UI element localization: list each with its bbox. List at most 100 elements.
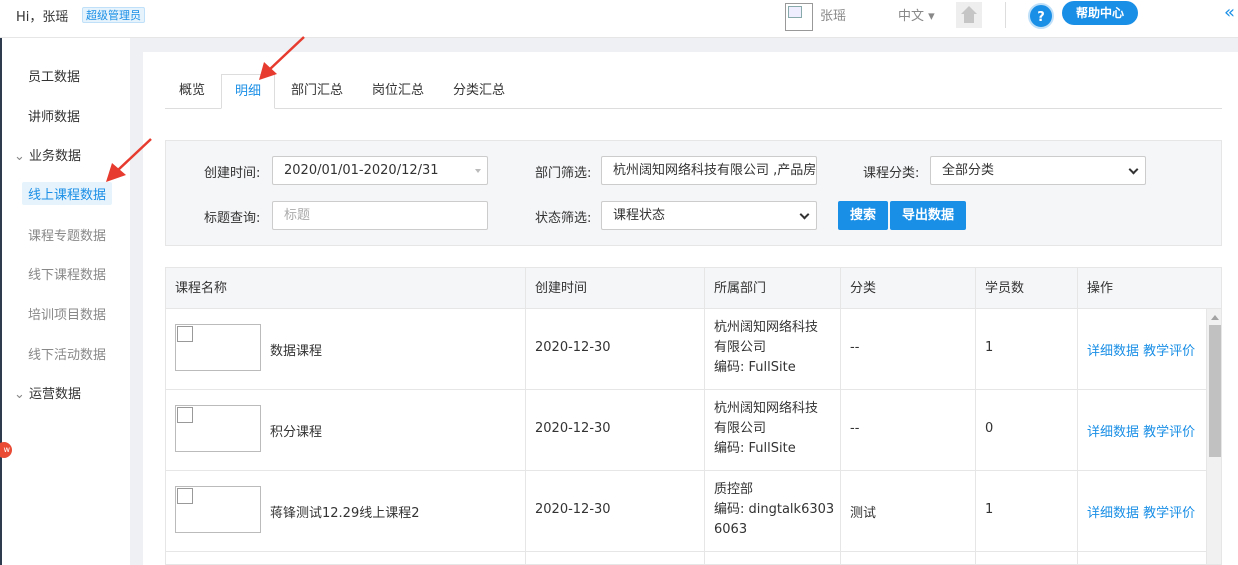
department-code: 编码: dingtalk6303 <box>714 502 835 517</box>
created-time-range-input[interactable]: 2020/01/01-2020/12/31 <box>272 156 488 185</box>
chevron-down-icon <box>1128 164 1139 175</box>
filter-panel: 创建时间: 2020/01/01-2020/12/31 部门筛选: 杭州阔知网络… <box>165 140 1222 246</box>
course-thumbnail[interactable] <box>175 324 261 371</box>
column-divider <box>525 268 526 564</box>
department-line: 杭州阔知网络科技 <box>714 401 819 416</box>
sidebar-group-label: 业务数据 <box>29 149 82 164</box>
header-divider <box>1005 2 1006 28</box>
column-header-course-name: 课程名称 <box>175 281 228 296</box>
department-code: 编码: FullSite <box>714 441 796 456</box>
category-value: -- <box>850 421 860 436</box>
department-cell: 质控部 编码: dingtalk6303 6063 <box>714 480 834 540</box>
column-header-actions: 操作 <box>1087 281 1114 296</box>
department-line: 质控部 <box>714 482 754 497</box>
category-select[interactable]: 全部分类 <box>930 156 1146 185</box>
row-actions: 详细数据 教学评价 <box>1087 421 1195 440</box>
detail-data-link[interactable]: 详细数据 <box>1087 425 1139 440</box>
department-cell: 杭州阔知网络科技 有限公司 编码: FullSite <box>714 318 818 378</box>
row-actions: 详细数据 教学评价 <box>1087 340 1195 359</box>
title-search-label: 标题查询: <box>204 211 261 226</box>
search-button[interactable]: 搜索 <box>838 201 889 230</box>
course-name[interactable]: 积分课程 <box>270 421 322 440</box>
detail-data-link[interactable]: 详细数据 <box>1087 344 1139 359</box>
category-value: -- <box>850 340 860 355</box>
department-filter-input[interactable]: 杭州阔知网络科技有限公司 ,产品房 <box>601 156 817 185</box>
new-badge: w <box>0 442 12 458</box>
created-time-value: 2020/01/01-2020/12/31 <box>284 163 439 178</box>
created-time-label: 创建时间: <box>204 166 261 181</box>
column-header-department: 所属部门 <box>714 281 767 296</box>
sidebar: 员工数据 讲师数据 ⌄ 业务数据 线上课程数据 课程专题数据 线下课程数据 培训… <box>0 38 130 565</box>
students-count: 0 <box>985 421 994 436</box>
annotation-arrow-icon <box>259 36 305 80</box>
department-line: 有限公司 <box>714 421 767 436</box>
students-count: 1 <box>985 502 994 517</box>
scroll-up-icon[interactable] <box>1211 315 1219 320</box>
status-select-value: 课程状态 <box>613 208 666 223</box>
sidebar-item-employee-data[interactable]: 员工数据 <box>28 66 80 85</box>
sidebar-item-lecturer-data[interactable]: 讲师数据 <box>28 106 80 125</box>
category-value: 测试 <box>850 506 877 521</box>
chevron-down-icon <box>799 209 810 220</box>
course-thumbnail[interactable] <box>175 405 261 452</box>
table-row: 数据课程 2020-12-30 杭州阔知网络科技 有限公司 编码: FullSi… <box>166 309 1206 390</box>
top-header: Hi，张瑶 超级管理员 张瑶 中文 ▾ ? 帮助中心 « <box>0 0 1238 38</box>
column-divider <box>704 268 705 564</box>
chevron-down-icon: ⌄ <box>14 387 30 402</box>
category-select-value: 全部分类 <box>942 163 995 178</box>
table-row: 蒋锋测试12.29线上课程2 2020-12-30 质控部 编码: dingta… <box>166 471 1206 552</box>
category-label: 课程分类: <box>863 166 920 181</box>
column-header-created-time: 创建时间 <box>535 281 588 296</box>
course-thumbnail[interactable] <box>175 486 261 533</box>
table-scrollbar[interactable] <box>1206 309 1221 564</box>
language-select[interactable]: 中文 ▾ <box>898 5 935 24</box>
title-search-input[interactable]: 标题 <box>272 201 488 230</box>
help-question-icon[interactable]: ? <box>1028 3 1054 29</box>
sidebar-group-business-data[interactable]: ⌄ 业务数据 <box>14 145 81 164</box>
department-filter-label: 部门筛选: <box>535 166 592 181</box>
sidebar-item-training-project-data[interactable]: 培训项目数据 <box>28 304 106 323</box>
tab-category-summary[interactable]: 分类汇总 <box>453 74 505 109</box>
created-time: 2020-12-30 <box>535 502 611 517</box>
home-icon[interactable] <box>956 2 982 28</box>
detail-data-link[interactable]: 详细数据 <box>1087 506 1139 521</box>
sidebar-item-online-course-data[interactable]: 线上课程数据 <box>22 182 113 205</box>
scrollbar-thumb[interactable] <box>1209 325 1221 457</box>
department-line: 杭州阔知网络科技 <box>714 320 819 335</box>
column-divider <box>1077 268 1078 564</box>
tab-bar: 概览 明细 部门汇总 岗位汇总 分类汇总 <box>165 74 1222 109</box>
column-header-category: 分类 <box>850 281 877 296</box>
department-code-continued: 6063 <box>714 522 748 537</box>
teaching-review-link[interactable]: 教学评价 <box>1143 506 1195 521</box>
department-code: 编码: FullSite <box>714 360 796 375</box>
collapse-icon[interactable]: « <box>1224 3 1235 23</box>
course-name[interactable]: 数据课程 <box>270 340 322 359</box>
user-name[interactable]: 张瑶 <box>820 5 846 24</box>
tab-position-summary[interactable]: 岗位汇总 <box>372 74 424 109</box>
department-line: 有限公司 <box>714 340 767 355</box>
teaching-review-link[interactable]: 教学评价 <box>1143 344 1195 359</box>
chevron-down-icon: ⌄ <box>14 149 30 164</box>
help-center-button[interactable]: 帮助中心 <box>1062 1 1139 25</box>
column-header-students: 学员数 <box>985 281 1025 296</box>
created-time: 2020-12-30 <box>535 340 611 355</box>
course-name[interactable]: 蒋锋测试12.29线上课程2 <box>270 502 420 521</box>
sidebar-item-offline-activity-data[interactable]: 线下活动数据 <box>28 344 106 363</box>
dropdown-caret-icon <box>475 169 481 173</box>
sidebar-item-offline-course-data[interactable]: 线下课程数据 <box>28 264 106 283</box>
column-divider <box>840 268 841 564</box>
status-select[interactable]: 课程状态 <box>601 201 817 230</box>
tab-overview[interactable]: 概览 <box>179 74 205 109</box>
sidebar-group-label: 运营数据 <box>29 387 82 402</box>
sidebar-item-course-topic-data[interactable]: 课程专题数据 <box>28 225 106 244</box>
column-divider <box>975 268 976 564</box>
course-table: 课程名称 创建时间 所属部门 分类 学员数 操作 数据课程 2020-12-30… <box>165 267 1222 565</box>
user-avatar[interactable] <box>785 3 813 31</box>
greeting-text: Hi，张瑶 <box>16 10 69 25</box>
row-actions: 详细数据 教学评价 <box>1087 502 1195 521</box>
sidebar-group-operation-data[interactable]: ⌄ 运营数据 <box>14 383 81 402</box>
export-data-button[interactable]: 导出数据 <box>890 201 967 230</box>
role-badge: 超级管理员 <box>82 7 145 23</box>
students-count: 1 <box>985 340 994 355</box>
teaching-review-link[interactable]: 教学评价 <box>1143 425 1195 440</box>
